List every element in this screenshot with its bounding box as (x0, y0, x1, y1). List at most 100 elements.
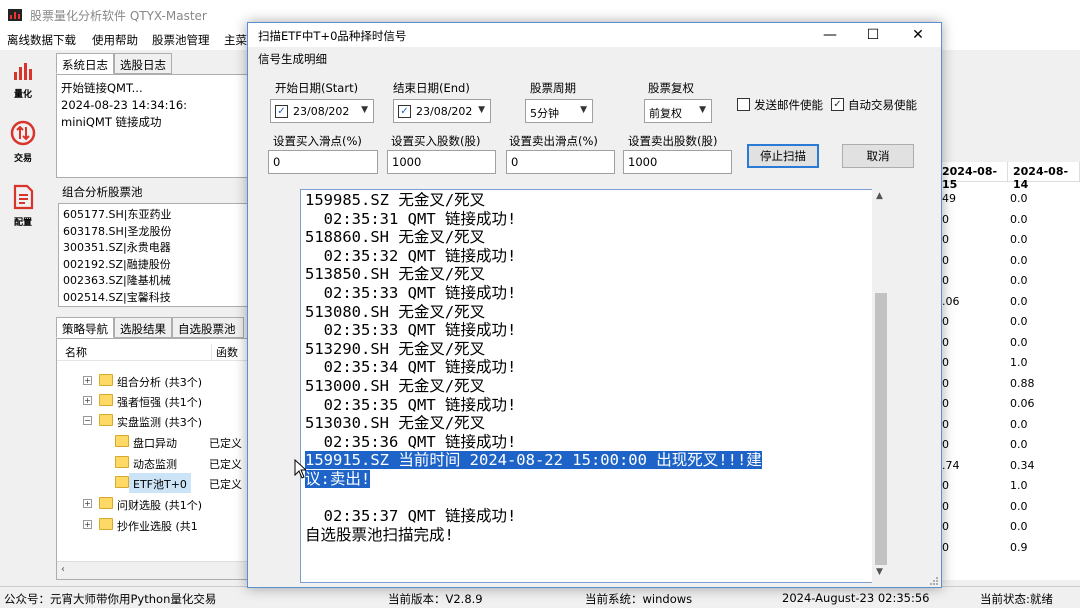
minimize-icon[interactable]: — (815, 26, 845, 44)
close-icon[interactable]: ✕ (903, 26, 933, 44)
menu-offline-download[interactable]: 离线数据下载 (7, 32, 76, 48)
table-row[interactable]: 0 0.0 (940, 435, 1080, 456)
table-cell: 49 (942, 192, 956, 205)
tree-item-strong[interactable]: + 强者恒强 (共1个) (57, 391, 247, 411)
buy-slippage-input[interactable]: 0 (268, 150, 378, 174)
end-date-checkbox[interactable]: ✓ (398, 105, 411, 118)
col-header[interactable]: 2024-08-14 (1008, 162, 1080, 191)
cancel-button[interactable]: 取消 (842, 144, 914, 168)
table-row[interactable]: .74 0.34 (940, 456, 1080, 477)
scroll-up-icon[interactable]: ▲ (876, 191, 883, 201)
table-row[interactable]: 0 0.88 (940, 374, 1080, 395)
tree-item-etf-t0[interactable]: ETF池T+0 已定义 (57, 473, 247, 493)
app-icon (8, 9, 22, 21)
list-item[interactable]: 002363.SZ|隆基机械 (59, 273, 247, 290)
table-cell: 0 (942, 315, 949, 328)
chevron-down-icon[interactable]: ▼ (361, 105, 368, 115)
output-line: 02:35:32 QMT 链接成功! (305, 246, 517, 265)
tab-selection-results[interactable]: 选股结果 (114, 317, 172, 338)
chevron-down-icon[interactable]: ▼ (580, 105, 587, 115)
sell-shares-input[interactable]: 1000 (623, 150, 732, 174)
table-cell: 1.0 (1010, 479, 1028, 492)
table-row[interactable]: .06 0.0 (940, 292, 1080, 313)
table-row[interactable]: 0 0.06 (940, 394, 1080, 415)
table-row[interactable]: 0 0.0 (940, 415, 1080, 436)
adjust-value: 前复权 (649, 107, 682, 120)
tab-system-log[interactable]: 系统日志 (56, 53, 114, 74)
trade-tool-button[interactable]: 交易 (6, 120, 40, 164)
scan-output-text[interactable]: 159985.SZ 无金叉/死叉 02:35:31 QMT 链接成功! 51886… (300, 189, 890, 583)
collapse-icon[interactable]: − (83, 416, 92, 425)
col-header[interactable]: 2024-08-15 (940, 162, 1008, 191)
expand-icon[interactable]: + (83, 376, 92, 385)
scrollbar-thumb[interactable] (875, 293, 887, 565)
table-row[interactable]: 49 0.0 (940, 189, 1080, 210)
tree-item-live-monitor[interactable]: − 实盘监测 (共3个) (57, 411, 247, 431)
config-tool-button[interactable]: 配置 (6, 184, 40, 228)
chevron-down-icon[interactable]: ▼ (699, 105, 706, 115)
auto-trade-checkbox[interactable]: ✓ 自动交易使能 (831, 97, 931, 113)
tree-item-copy-homework[interactable]: + 抄作业选股 (共1 (57, 515, 247, 535)
table-row[interactable]: 0 1.0 (940, 353, 1080, 374)
table-row[interactable]: 0 0.0 (940, 312, 1080, 333)
table-row[interactable]: 0 0.0 (940, 271, 1080, 292)
tab-custom-pool[interactable]: 自选股票池 (172, 317, 244, 338)
folder-icon (99, 414, 113, 426)
tree-item-dynamic-monitor[interactable]: 动态监测 已定义 (57, 453, 247, 473)
list-item[interactable]: 002514.SZ|宝馨科技 (59, 290, 247, 307)
tab-strategy-nav[interactable]: 策略导航 (56, 317, 114, 338)
buy-shares-input[interactable]: 1000 (387, 150, 496, 174)
menu-pool-management[interactable]: 股票池管理 (152, 32, 210, 48)
table-row[interactable]: 0 1.0 (940, 476, 1080, 497)
start-date-picker[interactable]: ✓ 23/08/202 ▼ (270, 99, 374, 123)
output-scrollbar[interactable]: ▲ ▼ (872, 189, 890, 583)
tree-item-order-book-alert[interactable]: 盘口异动 已定义 (57, 432, 247, 452)
table-row[interactable]: 0 0.0 (940, 230, 1080, 251)
scroll-down-icon[interactable]: ▼ (876, 567, 883, 577)
trade-arrows-icon (10, 120, 36, 146)
tree-item-wencai[interactable]: + 问财选股 (共1个) (57, 494, 247, 514)
table-row[interactable]: 0 0.0 (940, 251, 1080, 272)
table-cell: 0 (942, 540, 949, 554)
tab-selection-log[interactable]: 选股日志 (114, 53, 172, 74)
list-item[interactable]: 002192.SZ|融捷股份 (59, 257, 247, 274)
quant-tool-button[interactable]: 量化 (6, 60, 40, 100)
auto-trade-checkbox-box[interactable]: ✓ (831, 98, 844, 111)
table-row[interactable]: 0 0.0 (940, 517, 1080, 538)
expand-icon[interactable]: + (83, 520, 92, 529)
table-row[interactable]: 0 0.0 (940, 210, 1080, 231)
table-cell: 0.34 (1010, 458, 1035, 472)
output-line: 02:35:33 QMT 链接成功! (305, 283, 517, 302)
sell-slippage-input[interactable]: 0 (506, 150, 615, 174)
tree-item-label: 强者恒强 (共1个) (117, 396, 203, 409)
resize-grip-icon[interactable] (929, 576, 939, 586)
menu-main[interactable]: 主菜 (224, 32, 247, 48)
chevron-down-icon[interactable]: ▼ (478, 105, 485, 115)
tree-hscrollbar[interactable]: ‹ (57, 561, 247, 579)
stop-scan-button[interactable]: 停止扫描 (747, 144, 819, 168)
period-select[interactable]: 5分钟 ▼ (525, 99, 593, 123)
table-cell: 0.0 (1010, 417, 1028, 431)
expand-icon[interactable]: + (83, 396, 92, 405)
expand-icon[interactable]: + (83, 499, 92, 508)
scroll-left-icon[interactable]: ‹ (61, 564, 65, 575)
start-date-checkbox[interactable]: ✓ (275, 105, 288, 118)
output-line: 02:35:35 QMT 链接成功! (305, 395, 517, 414)
email-enable-checkbox[interactable]: 发送邮件使能 (737, 97, 837, 113)
list-item[interactable]: 605177.SH|东亚药业 (59, 207, 247, 224)
email-checkbox-box[interactable] (737, 98, 750, 111)
menu-help[interactable]: 使用帮助 (92, 32, 138, 48)
stock-pool-list[interactable]: 605177.SH|东亚药业 603178.SH|圣龙股份 300351.SZ|… (58, 203, 248, 307)
table-row[interactable]: 0 0.0 (940, 333, 1080, 354)
list-item[interactable]: 603178.SH|圣龙股份 (59, 224, 247, 241)
maximize-icon[interactable]: ☐ (858, 26, 888, 44)
end-date-value: 23/08/202 (416, 105, 473, 118)
end-date-picker[interactable]: ✓ 23/08/202 ▼ (393, 99, 491, 123)
folder-icon (99, 497, 113, 509)
table-row[interactable]: 0 0.0 (940, 497, 1080, 518)
start-date-value: 23/08/202 (293, 105, 350, 118)
list-item[interactable]: 300351.SZ|永贵电器 (59, 240, 247, 257)
table-row[interactable]: 0 0.9 (940, 538, 1080, 559)
tree-item-combo-analysis[interactable]: + 组合分析 (共3个) (57, 371, 247, 391)
adjust-select[interactable]: 前复权 ▼ (644, 99, 712, 123)
